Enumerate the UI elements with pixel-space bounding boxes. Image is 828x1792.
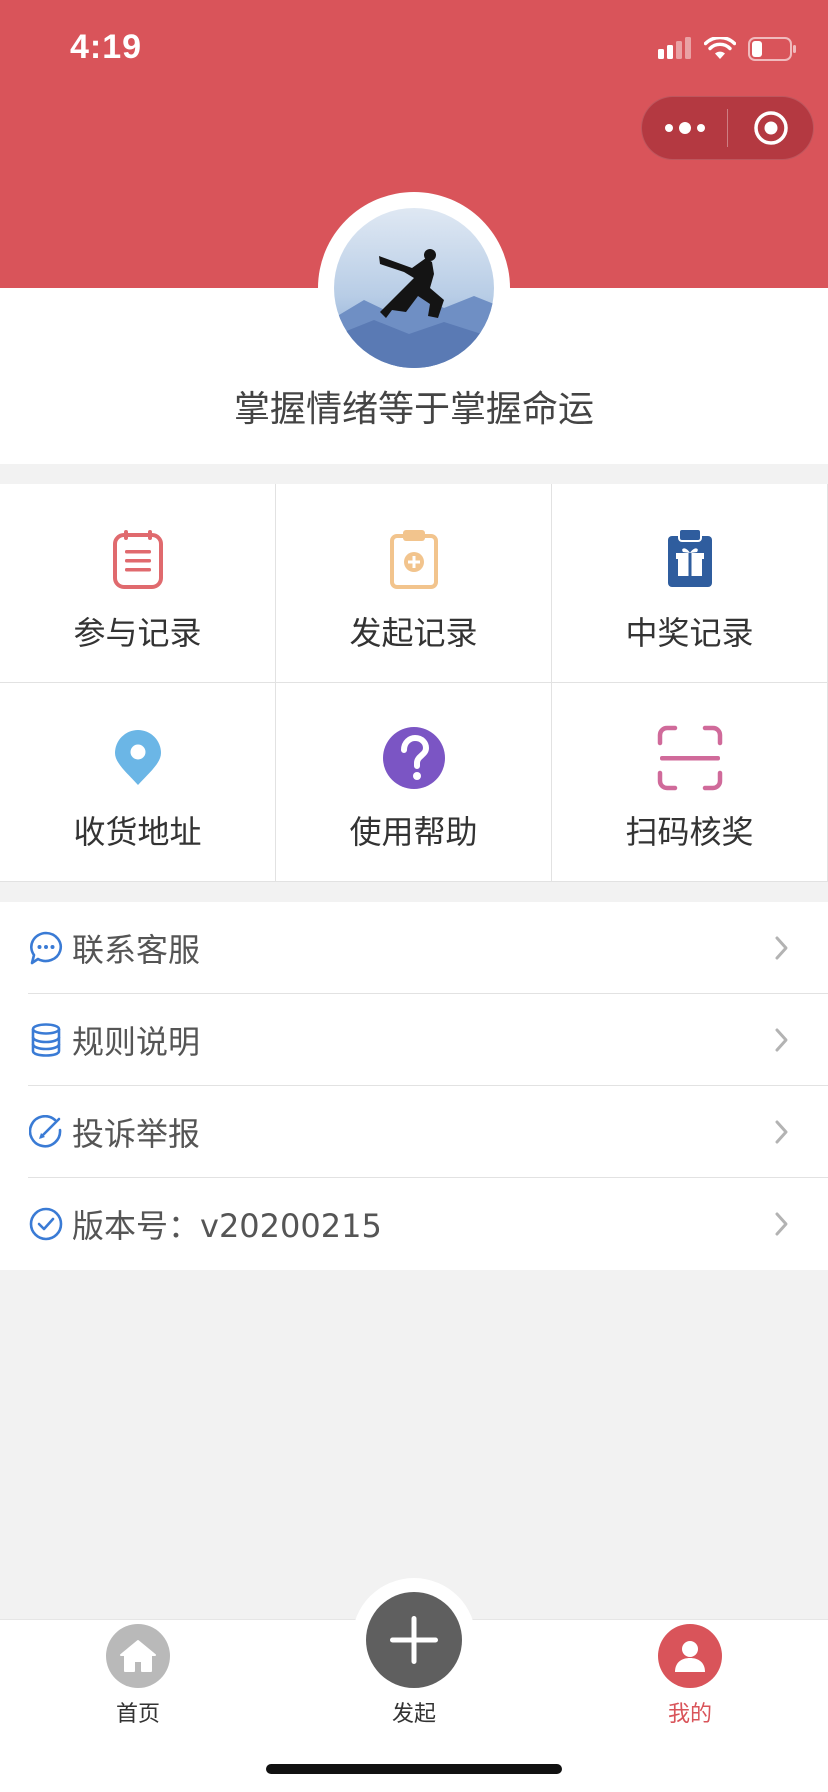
menu-list: 联系客服 规则说明 投诉举报 版本号：v20200215	[0, 902, 828, 1270]
user-icon	[658, 1624, 722, 1688]
grid-item-initiated-records[interactable]: 发起记录	[276, 484, 552, 683]
chat-bubble-icon	[30, 931, 62, 965]
create-button[interactable]	[366, 1592, 462, 1688]
grid-item-label: 参与记录	[73, 614, 202, 652]
location-pin-icon	[114, 730, 161, 785]
grid-item-participation-records[interactable]: 参与记录	[0, 484, 276, 683]
avatar[interactable]	[334, 208, 494, 368]
check-circle-icon	[29, 1207, 63, 1241]
user-nickname: 掌握情绪等于掌握命运	[233, 389, 594, 430]
chevron-right-icon	[775, 936, 788, 960]
chevron-right-icon	[775, 1028, 788, 1052]
scan-icon	[657, 725, 722, 791]
tab-home[interactable]: 首页	[68, 1624, 208, 1728]
database-stack-icon	[31, 1023, 61, 1057]
more-button[interactable]	[642, 97, 727, 159]
tab-mine-label: 我的	[667, 1702, 712, 1727]
help-question-icon	[382, 727, 445, 789]
tab-mine[interactable]: 我的	[620, 1624, 760, 1728]
home-icon	[106, 1624, 170, 1688]
clipboard-list-icon	[112, 530, 163, 589]
menu-item-label: 版本号：v20200215	[72, 1207, 382, 1245]
grid-item-shipping-address[interactable]: 收货地址	[0, 683, 276, 882]
wifi-icon	[704, 37, 736, 59]
tab-create-label: 发起	[391, 1702, 436, 1727]
menu-item-label: 规则说明	[72, 1023, 201, 1061]
battery-icon	[748, 37, 796, 61]
menu-item-rules[interactable]: 规则说明	[0, 994, 828, 1086]
grid-item-label: 发起记录	[349, 614, 478, 652]
grid-item-winning-records[interactable]: 中奖记录	[552, 484, 828, 683]
more-dots-icon	[664, 122, 705, 134]
grid-item-label: 中奖记录	[625, 614, 754, 652]
chevron-right-icon	[775, 1212, 788, 1236]
chevron-right-icon	[775, 1120, 788, 1144]
edit-circle-icon	[29, 1115, 62, 1148]
status-time: 4:19	[70, 28, 143, 66]
menu-item-version[interactable]: 版本号：v20200215	[0, 1178, 828, 1270]
target-close-icon	[753, 111, 788, 145]
grid-item-help[interactable]: 使用帮助	[276, 683, 552, 882]
menu-item-label: 投诉举报	[72, 1115, 201, 1153]
status-icons	[658, 34, 798, 64]
cellular-signal-icon	[658, 37, 691, 59]
close-miniprogram-button[interactable]	[728, 97, 813, 159]
menu-item-contact-support[interactable]: 联系客服	[0, 902, 828, 994]
menu-item-label: 联系客服	[72, 931, 201, 969]
clipboard-gift-icon	[667, 528, 712, 587]
avatar-image	[334, 208, 494, 368]
grid-item-label: 扫码核奖	[625, 813, 754, 851]
plus-icon	[390, 1616, 438, 1664]
grid-item-label: 收货地址	[73, 813, 202, 851]
grid-item-scan-verify[interactable]: 扫码核奖	[552, 683, 828, 882]
mini-program-capsule	[641, 96, 814, 160]
home-indicator	[266, 1764, 562, 1774]
clipboard-plus-icon	[389, 530, 438, 589]
tab-home-label: 首页	[115, 1702, 160, 1727]
menu-item-report[interactable]: 投诉举报	[0, 1086, 828, 1178]
function-grid: 参与记录 发起记录 中奖记录 收货地址 使用帮助 扫码核奖	[0, 484, 828, 882]
screen: 4:19 掌握情绪等于掌握命运 参与记录 发起记录 中奖记录 收货地址 使用帮助…	[0, 0, 828, 1792]
grid-item-label: 使用帮助	[349, 813, 478, 851]
